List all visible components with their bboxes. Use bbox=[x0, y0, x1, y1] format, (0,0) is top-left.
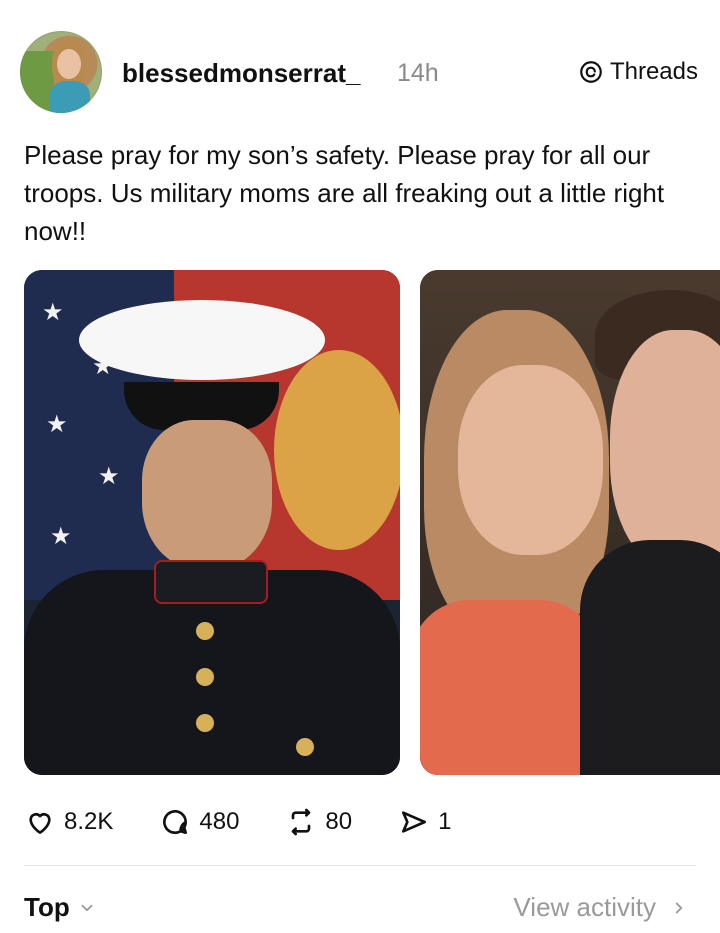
chevron-right-icon bbox=[675, 902, 683, 913]
star-icon: ★ bbox=[98, 463, 120, 490]
avatar[interactable] bbox=[20, 31, 102, 113]
emblem bbox=[274, 350, 400, 550]
post-text: Please pray for my son’s safety. Please … bbox=[24, 140, 665, 246]
send-icon bbox=[402, 811, 427, 833]
comment-count: 480 bbox=[199, 808, 240, 835]
post-header: blessedmonserrat_ 14h Threads bbox=[0, 0, 720, 140]
share-button[interactable]: 1 bbox=[398, 806, 451, 838]
divider bbox=[24, 865, 696, 866]
threads-logo-icon bbox=[580, 61, 602, 83]
media-carousel[interactable]: ★ ★ ★ ★ ★ bbox=[24, 270, 720, 775]
username[interactable]: blessedmonserrat_ bbox=[122, 58, 360, 89]
uniform-button bbox=[196, 714, 214, 732]
avatar-background bbox=[20, 51, 54, 113]
photo-marine-portrait[interactable]: ★ ★ ★ ★ ★ bbox=[24, 270, 400, 775]
repost-button[interactable]: 80 bbox=[285, 806, 352, 838]
woman-shirt bbox=[420, 600, 600, 775]
comment-icon bbox=[163, 810, 188, 834]
sort-dropdown[interactable]: Top bbox=[24, 892, 96, 923]
like-button[interactable]: 8.2K bbox=[24, 806, 113, 838]
threads-badge[interactable]: Threads bbox=[578, 58, 698, 86]
view-activity-label: View activity bbox=[513, 892, 656, 922]
like-count: 8.2K bbox=[64, 808, 114, 835]
cap-top bbox=[79, 300, 325, 380]
view-activity-link[interactable]: View activity bbox=[513, 892, 688, 923]
repost-icon bbox=[292, 808, 311, 836]
avatar-face bbox=[57, 49, 81, 79]
man-shirt bbox=[580, 540, 720, 775]
heart-icon bbox=[29, 813, 51, 834]
share-count: 1 bbox=[438, 808, 452, 835]
post-time: 14h bbox=[397, 59, 439, 87]
woman-face bbox=[458, 365, 603, 555]
avatar-shirt bbox=[50, 81, 90, 113]
star-icon: ★ bbox=[50, 523, 72, 550]
repost-count: 80 bbox=[325, 808, 353, 835]
star-icon: ★ bbox=[46, 411, 68, 438]
collar bbox=[154, 560, 268, 604]
post-actions: 8.2K 480 80 1 bbox=[24, 802, 497, 842]
photo-selfie[interactable] bbox=[420, 270, 720, 775]
uniform-button bbox=[196, 668, 214, 686]
man-face bbox=[610, 330, 720, 570]
comment-button[interactable]: 480 bbox=[159, 806, 239, 838]
chevron-down-icon bbox=[81, 904, 93, 911]
face bbox=[142, 420, 272, 570]
uniform-button bbox=[296, 738, 314, 756]
star-icon: ★ bbox=[42, 299, 64, 326]
threads-label: Threads bbox=[609, 58, 698, 85]
sort-label: Top bbox=[24, 892, 70, 922]
uniform-button bbox=[196, 622, 214, 640]
